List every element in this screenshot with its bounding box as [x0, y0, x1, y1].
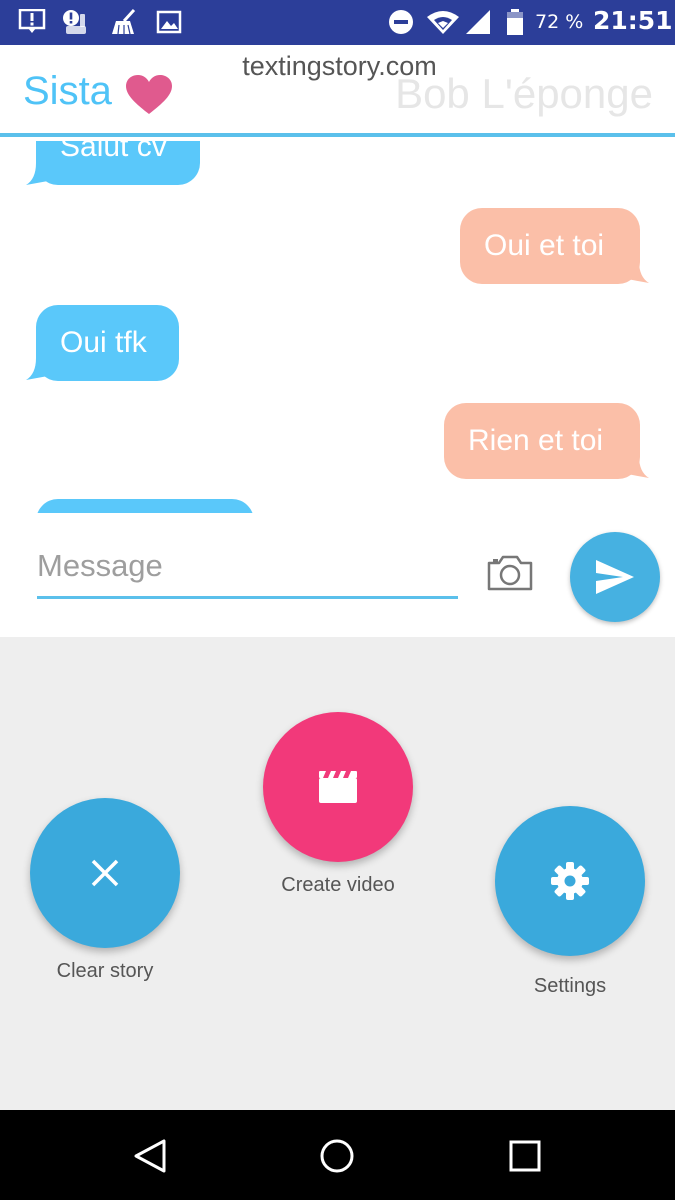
action-panel: Create video Clear story Settings: [0, 637, 675, 1110]
camera-icon[interactable]: [485, 553, 535, 593]
message-bubble-left[interactable]: Salut cv: [36, 141, 200, 185]
send-icon: [596, 560, 634, 594]
recents-icon[interactable]: [508, 1139, 542, 1173]
cleaner-icon: [112, 9, 136, 35]
gear-icon: [551, 862, 589, 900]
battery-percent: 72 %: [535, 11, 584, 33]
conversation-header: Sista textingstory.com Bob L'éponge: [0, 45, 675, 137]
clear-story-button[interactable]: [30, 798, 180, 948]
do-not-disturb-icon: [389, 10, 413, 34]
app-alert-icon: [63, 10, 86, 34]
back-icon[interactable]: [132, 1138, 168, 1174]
status-bar: 72 % 21:51: [0, 0, 675, 45]
message-composer: [0, 513, 675, 637]
settings-label: Settings: [533, 975, 607, 997]
video-clapper-icon: [319, 771, 357, 803]
create-video-label: Create video: [281, 874, 395, 896]
send-button[interactable]: [570, 532, 660, 622]
battery-icon: [507, 9, 523, 35]
cell-signal-icon: [466, 10, 490, 34]
navigation-bar: [0, 1110, 675, 1200]
clear-story-label: Clear story: [56, 960, 154, 982]
close-icon: [91, 859, 119, 887]
message-input[interactable]: [37, 535, 458, 599]
message-bubble-right[interactable]: Rien et toi: [444, 403, 640, 479]
home-icon[interactable]: [319, 1138, 355, 1174]
notification-alert-icon: [18, 9, 46, 33]
message-bubble-right[interactable]: Oui et toi: [460, 208, 640, 284]
wifi-icon: [427, 11, 459, 34]
image-icon: [156, 10, 182, 34]
status-time: 21:51: [593, 6, 673, 35]
message-bubble-left[interactable]: Oui tfk: [36, 305, 179, 381]
create-video-button[interactable]: [263, 712, 413, 862]
chat-area[interactable]: Salut cv Oui et toi Oui tfk Rien et toi: [0, 141, 675, 513]
contact-right-name[interactable]: Bob L'éponge: [395, 70, 653, 118]
message-bubble-left[interactable]: [36, 499, 254, 513]
settings-button[interactable]: [495, 806, 645, 956]
